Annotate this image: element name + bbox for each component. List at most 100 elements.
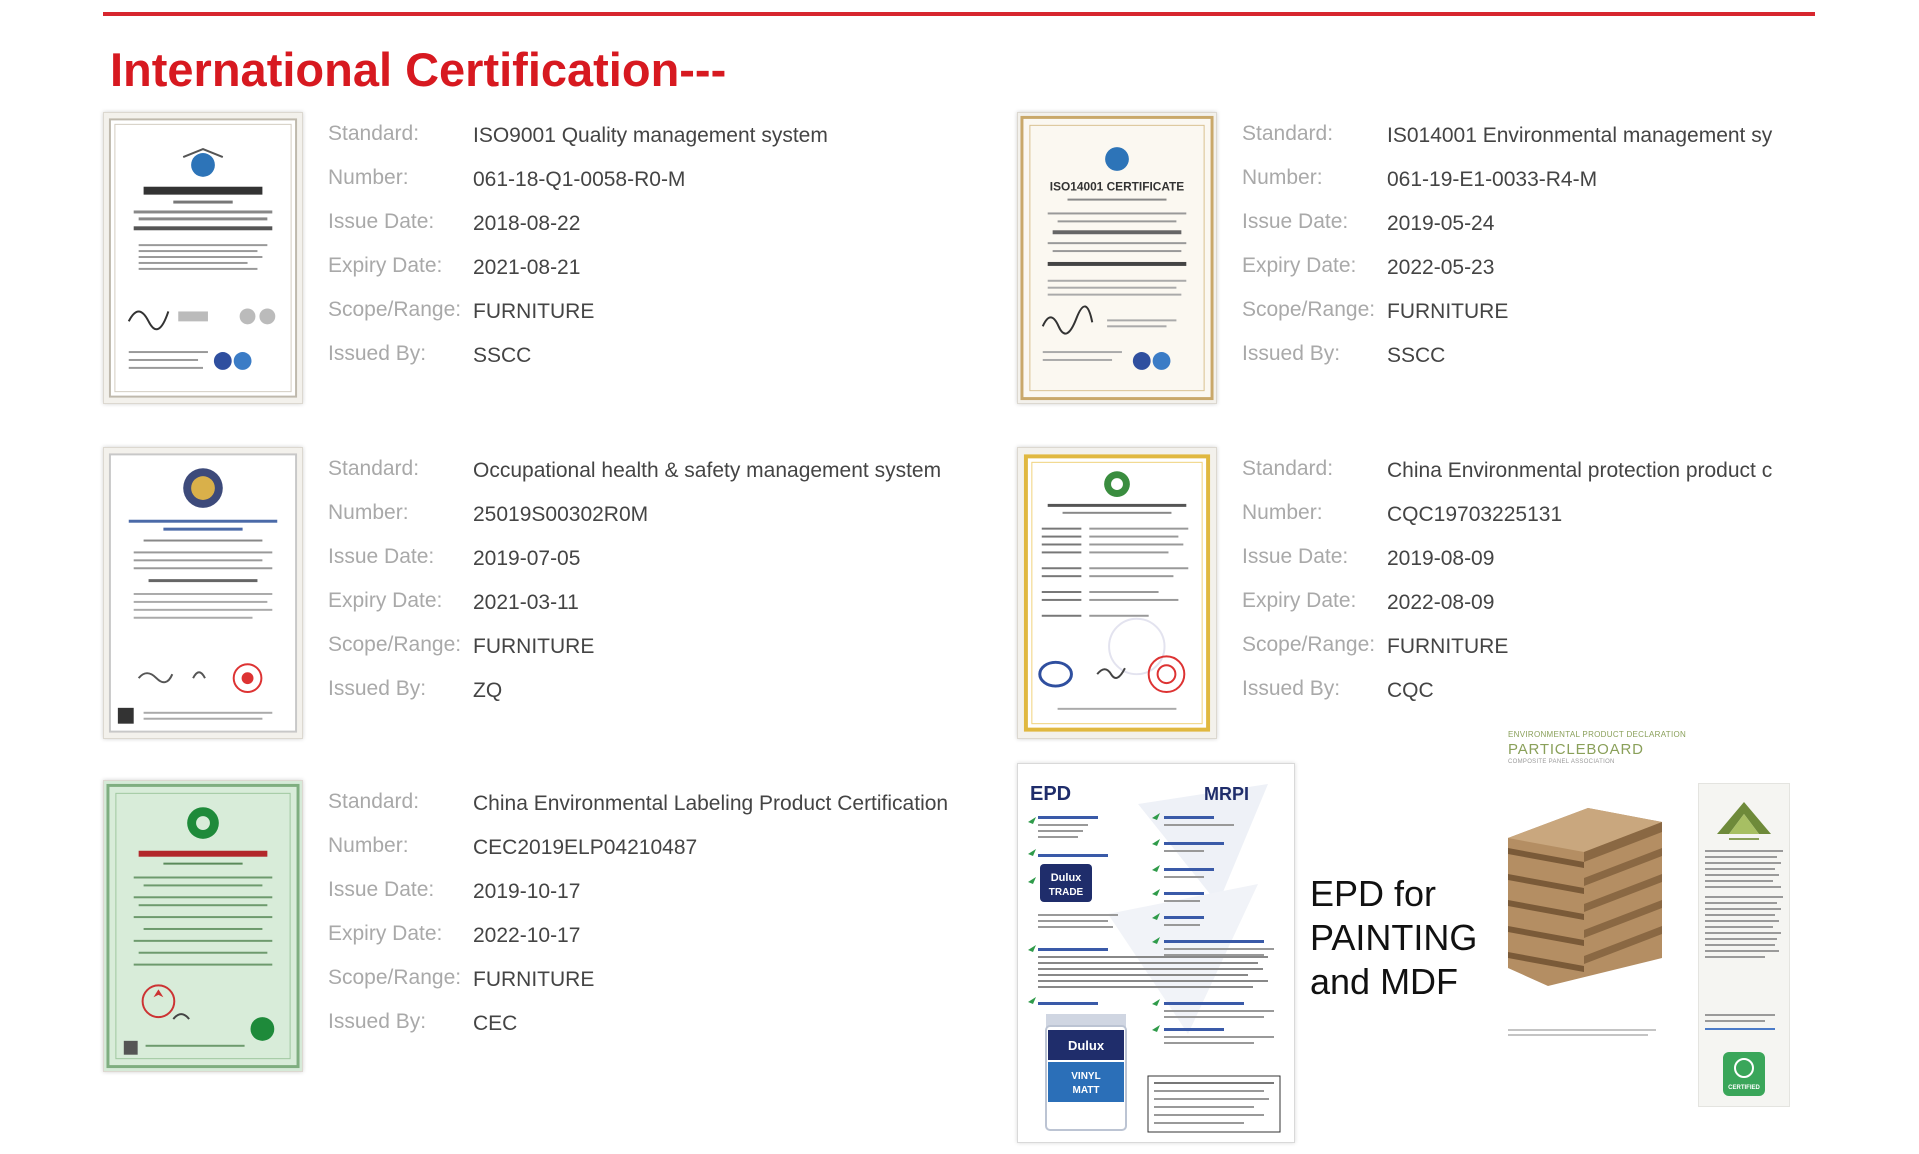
number-label: Number: xyxy=(328,501,409,524)
certificate-cec-icon xyxy=(106,783,300,1069)
particleboard-kicker: ENVIRONMENTAL PRODUCT DECLARATION xyxy=(1508,730,1687,739)
expiry-date-label: Expiry Date: xyxy=(328,589,443,612)
particleboard-side-panel-icon: CERTIFIED xyxy=(1699,784,1789,1106)
issue-date-label: Issue Date: xyxy=(1242,210,1349,233)
issue-date-value: 2019-05-24 xyxy=(1387,212,1495,235)
issue-date-label: Issue Date: xyxy=(1242,545,1349,568)
number-label: Number: xyxy=(1242,166,1323,189)
certificate-card-iso9001: Standard: ISO9001 Quality management syst… xyxy=(103,112,1003,412)
certificate-card-ohsms: Standard: Occupational health & safety ma… xyxy=(103,447,1003,747)
certificate-iso9001-icon xyxy=(108,118,298,398)
epd-logo: EPD xyxy=(1030,783,1071,805)
issue-date-label: Issue Date: xyxy=(328,545,435,568)
scope-label: Scope/Range: xyxy=(328,966,462,989)
expiry-date-value: 2021-03-11 xyxy=(473,591,579,614)
scope-value: FURNITURE xyxy=(1387,300,1509,323)
expiry-date-value: 2022-10-17 xyxy=(473,924,581,947)
issue-date-label: Issue Date: xyxy=(328,210,435,233)
standard-value: China Environmental Labeling Product Cer… xyxy=(473,792,949,815)
scope-value: FURNITURE xyxy=(473,300,595,323)
standard-label: Standard: xyxy=(328,790,420,813)
certificate-image-cqc xyxy=(1017,447,1217,739)
issued-by-label: Issued By: xyxy=(328,1010,427,1033)
standard-label: Standard: xyxy=(1242,457,1334,480)
expiry-date-label: Expiry Date: xyxy=(1242,589,1357,612)
standard-value: ISO9001 Quality management system xyxy=(473,124,828,147)
iso14001-thumb-title: ISO14001 CERTIFICATE xyxy=(1050,180,1184,194)
number-label: Number: xyxy=(328,834,409,857)
issued-by-value: ZQ xyxy=(473,679,503,702)
standard-value: Occupational health & safety management … xyxy=(473,459,942,482)
epd-caption-line-3: and MDF xyxy=(1310,961,1459,1002)
scope-label: Scope/Range: xyxy=(328,298,462,321)
number-label: Number: xyxy=(1242,501,1323,524)
number-value: CQC19703225131 xyxy=(1387,503,1563,526)
scope-value: FURNITURE xyxy=(473,968,595,991)
standard-value: IS014001 Environmental management sy xyxy=(1387,124,1773,147)
number-value: 061-19-E1-0033-R4-M xyxy=(1387,168,1598,191)
dulux-logo-line1: Dulux xyxy=(1051,872,1082,884)
expiry-date-value: 2022-08-09 xyxy=(1387,591,1495,614)
epd-caption-line-2: PAINTING xyxy=(1310,917,1478,958)
issued-by-label: Issued By: xyxy=(1242,342,1341,365)
dulux-logo-line2: TRADE xyxy=(1049,887,1084,898)
scope-label: Scope/Range: xyxy=(1242,298,1376,321)
issued-by-value: SSCC xyxy=(1387,344,1446,367)
number-value: CEC2019ELP04210487 xyxy=(473,836,698,859)
expiry-date-label: Expiry Date: xyxy=(328,922,443,945)
expiry-date-value: 2021-08-21 xyxy=(473,256,581,279)
mrpi-logo: MRPI xyxy=(1204,784,1249,804)
number-value: 25019S00302R0M xyxy=(473,503,649,526)
top-red-rule xyxy=(103,12,1815,16)
page-title: International Certification--- xyxy=(110,43,727,96)
particleboard-title: PARTICLEBOARD xyxy=(1508,741,1644,758)
expiry-date-label: Expiry Date: xyxy=(328,254,443,277)
standard-label: Standard: xyxy=(1242,122,1334,145)
can-dulux-text: Dulux xyxy=(1068,1038,1105,1053)
certificate-cqc-icon xyxy=(1023,454,1211,732)
number-label: Number: xyxy=(328,166,409,189)
certificate-card-iso14001: ISO14001 CERTIFICATE Standard: IS014001 E… xyxy=(1017,112,1917,412)
certificate-image-ohsms xyxy=(103,447,303,739)
standard-label: Standard: xyxy=(328,457,420,480)
issue-date-value: 2019-08-09 xyxy=(1387,547,1495,570)
scope-label: Scope/Range: xyxy=(1242,633,1376,656)
issue-date-label: Issue Date: xyxy=(328,878,435,901)
issued-by-label: Issued By: xyxy=(1242,677,1341,700)
issue-date-value: 2018-08-22 xyxy=(473,212,581,235)
number-value: 061-18-Q1-0058-R0-M xyxy=(473,168,686,191)
particleboard-side-panel: CERTIFIED xyxy=(1698,783,1790,1107)
can-vinyl-text: VINYL xyxy=(1071,1071,1100,1082)
epd-document-icon: EPD MRPI Dulux TRADE Dulux VINYL MATT xyxy=(1018,764,1294,1142)
certificate-image-iso9001 xyxy=(103,112,303,404)
expiry-date-value: 2022-05-23 xyxy=(1387,256,1495,279)
issued-by-value: SSCC xyxy=(473,344,532,367)
epd-painting-document: EPD MRPI Dulux TRADE Dulux VINYL MATT xyxy=(1017,763,1295,1143)
certificate-image-cec xyxy=(103,780,303,1072)
particleboard-stack-image xyxy=(1508,808,1662,986)
scope-value: FURNITURE xyxy=(1387,635,1509,658)
issued-by-label: Issued By: xyxy=(328,342,427,365)
issue-date-value: 2019-07-05 xyxy=(473,547,581,570)
standard-label: Standard: xyxy=(328,122,420,145)
epd-caption: EPD for PAINTING and MDF xyxy=(1310,872,1510,1004)
scope-label: Scope/Range: xyxy=(328,633,462,656)
issued-by-value: CQC xyxy=(1387,679,1434,702)
expiry-date-label: Expiry Date: xyxy=(1242,254,1357,277)
epd-caption-line-1: EPD for xyxy=(1310,873,1437,914)
caption-lines-icon xyxy=(1508,1029,1656,1036)
standard-value: China Environmental protection product c xyxy=(1387,459,1773,482)
certified-badge-text: CERTIFIED xyxy=(1728,1085,1760,1091)
certificate-image-iso14001: ISO14001 CERTIFICATE xyxy=(1017,112,1217,404)
particleboard-header: ENVIRONMENTAL PRODUCT DECLARATION PARTIC… xyxy=(1508,730,1686,765)
issued-by-label: Issued By: xyxy=(328,677,427,700)
can-matt-text: MATT xyxy=(1072,1085,1099,1096)
particleboard-subtitle: COMPOSITE PANEL ASSOCIATION xyxy=(1508,759,1615,765)
scope-value: FURNITURE xyxy=(473,635,595,658)
certificate-ohsms-icon xyxy=(108,453,298,733)
certificate-card-cqc: Standard: China Environmental protection … xyxy=(1017,447,1917,747)
issued-by-value: CEC xyxy=(473,1012,518,1035)
certificate-card-cec: Standard: China Environmental Labeling Pr… xyxy=(103,780,1003,1080)
issue-date-value: 2019-10-17 xyxy=(473,880,581,903)
particleboard-caption xyxy=(1508,1028,1658,1045)
